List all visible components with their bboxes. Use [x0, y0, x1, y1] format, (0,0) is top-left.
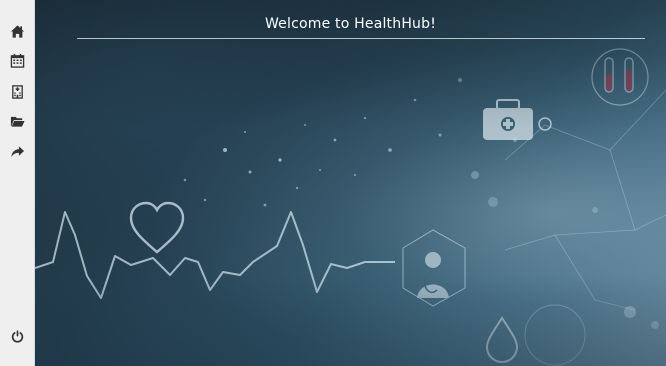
- bokeh-particles: [183, 78, 659, 329]
- heartbeat-line: [35, 211, 395, 299]
- background-illustration: [35, 48, 666, 366]
- app-window: Welcome to HealthHub!: [0, 0, 666, 366]
- page-title: Welcome to HealthHub!: [264, 16, 437, 32]
- power-icon: [10, 329, 25, 344]
- share-arrow-icon: [10, 144, 25, 159]
- sidebar-item-calendar[interactable]: [0, 47, 35, 73]
- calendar-icon: [10, 53, 25, 68]
- sidebar-item-share[interactable]: [0, 138, 35, 164]
- folder-open-icon: [10, 114, 25, 129]
- hospital-icon: [10, 84, 25, 99]
- network-lines: [504, 89, 666, 311]
- sidebar: [0, 0, 35, 366]
- heart-illustration: [129, 201, 185, 254]
- medical-kit-illustration: [483, 99, 552, 140]
- main-content: Welcome to HealthHub!: [35, 0, 666, 366]
- blood-drop-illustration: [485, 304, 586, 366]
- title-divider: [77, 38, 645, 39]
- home-icon: [10, 24, 25, 39]
- background-vignette: [35, 0, 666, 366]
- doctor-hexagon-illustration: [402, 229, 466, 307]
- sidebar-item-hospital[interactable]: [0, 78, 35, 104]
- sidebar-item-home[interactable]: [0, 18, 35, 44]
- test-tubes-illustration: [591, 48, 649, 106]
- logout-button[interactable]: [0, 323, 35, 349]
- sidebar-item-folder[interactable]: [0, 108, 35, 134]
